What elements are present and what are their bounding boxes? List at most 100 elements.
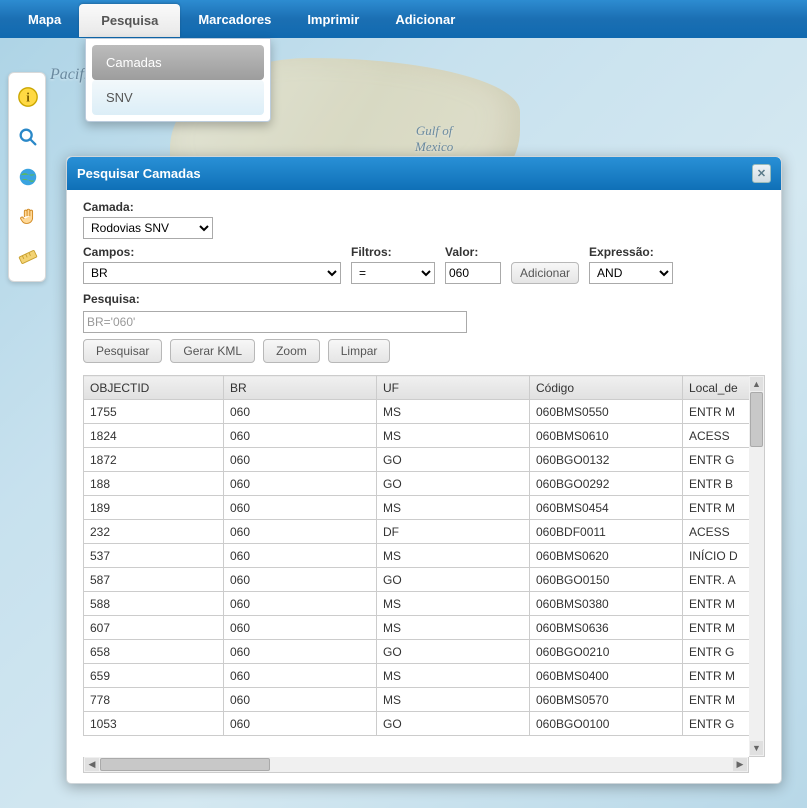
table-row[interactable]: 189060MS060BMS0454ENTR M: [84, 496, 750, 520]
cell-uf: GO: [377, 712, 530, 736]
scroll-right-arrow[interactable]: ▶: [733, 758, 747, 771]
table-row[interactable]: 1053060GO060BGO0100ENTR G: [84, 712, 750, 736]
ruler-icon: [17, 246, 39, 268]
label-campos: Campos:: [83, 245, 341, 259]
table-row[interactable]: 587060GO060BGO0150ENTR. A: [84, 568, 750, 592]
cell-codigo: 060BMS0400: [530, 664, 683, 688]
cell-br: 060: [224, 424, 377, 448]
side-toolbar: i: [8, 72, 46, 282]
tool-search[interactable]: [9, 117, 47, 157]
vertical-scroll-thumb[interactable]: [750, 392, 763, 447]
table-row[interactable]: 1755060MS060BMS0550ENTR M: [84, 400, 750, 424]
dialog-body: Camada: Rodovias SNV Campos: BR Filtros:…: [67, 190, 781, 783]
scroll-up-arrow[interactable]: ▲: [750, 377, 763, 391]
button-limpar[interactable]: Limpar: [328, 339, 391, 363]
cell-local: ENTR G: [683, 640, 750, 664]
results-table-container: OBJECTID BR UF Código Local_de 1755060MS…: [83, 375, 765, 757]
col-br[interactable]: BR: [224, 376, 377, 400]
table-row[interactable]: 588060MS060BMS0380ENTR M: [84, 592, 750, 616]
table-row[interactable]: 232060DF060BDF0011ACESS: [84, 520, 750, 544]
cell-local: ENTR B: [683, 472, 750, 496]
select-campos[interactable]: BR: [83, 262, 341, 284]
menu-adicionar[interactable]: Adicionar: [377, 2, 473, 37]
col-local[interactable]: Local_de: [683, 376, 750, 400]
cell-objectid: 189: [84, 496, 224, 520]
cell-uf: GO: [377, 472, 530, 496]
horizontal-scrollbar[interactable]: ◀ ▶: [83, 757, 749, 773]
button-zoom[interactable]: Zoom: [263, 339, 320, 363]
cell-br: 060: [224, 616, 377, 640]
menu-marcadores[interactable]: Marcadores: [180, 2, 289, 37]
cell-br: 060: [224, 472, 377, 496]
dropdown-snv[interactable]: SNV: [92, 80, 264, 115]
cell-codigo: 060BGO0100: [530, 712, 683, 736]
cell-codigo: 060BGO0150: [530, 568, 683, 592]
tool-pan[interactable]: [9, 197, 47, 237]
select-expressao[interactable]: AND: [589, 262, 673, 284]
cell-codigo: 060BMS0636: [530, 616, 683, 640]
cell-uf: GO: [377, 640, 530, 664]
cell-uf: MS: [377, 592, 530, 616]
cell-objectid: 1824: [84, 424, 224, 448]
cell-objectid: 1872: [84, 448, 224, 472]
vertical-scrollbar[interactable]: ▲ ▼: [749, 375, 765, 757]
cell-codigo: 060BMS0454: [530, 496, 683, 520]
cell-br: 060: [224, 520, 377, 544]
scroll-down-arrow[interactable]: ▼: [750, 741, 763, 755]
menu-mapa[interactable]: Mapa: [10, 2, 79, 37]
cell-uf: GO: [377, 568, 530, 592]
select-camada[interactable]: Rodovias SNV: [83, 217, 213, 239]
cell-codigo: 060BMS0620: [530, 544, 683, 568]
cell-local: ENTR. A: [683, 568, 750, 592]
label-filtros: Filtros:: [351, 245, 435, 259]
dropdown-camadas[interactable]: Camadas: [92, 45, 264, 80]
cell-local: ENTR G: [683, 712, 750, 736]
table-row[interactable]: 537060MS060BMS0620INÍCIO D: [84, 544, 750, 568]
menu-imprimir[interactable]: Imprimir: [289, 2, 377, 37]
dialog-close-button[interactable]: ✕: [752, 164, 771, 183]
cell-objectid: 232: [84, 520, 224, 544]
dialog-header[interactable]: Pesquisar Camadas ✕: [67, 157, 781, 190]
table-row[interactable]: 659060MS060BMS0400ENTR M: [84, 664, 750, 688]
main-menu-bar: Mapa Pesquisa Marcadores Imprimir Adicio…: [0, 0, 807, 38]
button-gerar-kml[interactable]: Gerar KML: [170, 339, 255, 363]
button-pesquisar[interactable]: Pesquisar: [83, 339, 162, 363]
search-layers-dialog: Pesquisar Camadas ✕ Camada: Rodovias SNV…: [66, 156, 782, 784]
info-icon: i: [17, 86, 39, 108]
horizontal-scroll-thumb[interactable]: [100, 758, 270, 771]
cell-local: ACESS: [683, 424, 750, 448]
cell-uf: MS: [377, 424, 530, 448]
svg-text:i: i: [26, 91, 30, 105]
table-row[interactable]: 658060GO060BGO0210ENTR G: [84, 640, 750, 664]
tool-info[interactable]: i: [9, 77, 47, 117]
cell-uf: MS: [377, 496, 530, 520]
cell-objectid: 537: [84, 544, 224, 568]
cell-codigo: 060BGO0132: [530, 448, 683, 472]
cell-objectid: 1755: [84, 400, 224, 424]
cell-codigo: 060BMS0550: [530, 400, 683, 424]
cell-codigo: 060BGO0292: [530, 472, 683, 496]
select-filtros[interactable]: =: [351, 262, 435, 284]
col-uf[interactable]: UF: [377, 376, 530, 400]
tool-measure[interactable]: [9, 237, 47, 277]
menu-pesquisa[interactable]: Pesquisa: [79, 4, 180, 37]
cell-local: ENTR M: [683, 688, 750, 712]
input-pesquisa[interactable]: [83, 311, 467, 333]
table-row[interactable]: 188060GO060BGO0292ENTR B: [84, 472, 750, 496]
scroll-left-arrow[interactable]: ◀: [85, 758, 99, 771]
cell-objectid: 778: [84, 688, 224, 712]
tool-globe[interactable]: [9, 157, 47, 197]
table-header-row: OBJECTID BR UF Código Local_de: [84, 376, 750, 400]
cell-uf: MS: [377, 544, 530, 568]
cell-objectid: 1053: [84, 712, 224, 736]
col-objectid[interactable]: OBJECTID: [84, 376, 224, 400]
table-row[interactable]: 1872060GO060BGO0132ENTR G: [84, 448, 750, 472]
button-adicionar-filter[interactable]: Adicionar: [511, 262, 579, 284]
cell-br: 060: [224, 568, 377, 592]
input-valor[interactable]: [445, 262, 501, 284]
col-codigo[interactable]: Código: [530, 376, 683, 400]
table-row[interactable]: 1824060MS060BMS0610ACESS: [84, 424, 750, 448]
table-row[interactable]: 778060MS060BMS0570ENTR M: [84, 688, 750, 712]
label-valor: Valor:: [445, 245, 501, 259]
table-row[interactable]: 607060MS060BMS0636ENTR M: [84, 616, 750, 640]
